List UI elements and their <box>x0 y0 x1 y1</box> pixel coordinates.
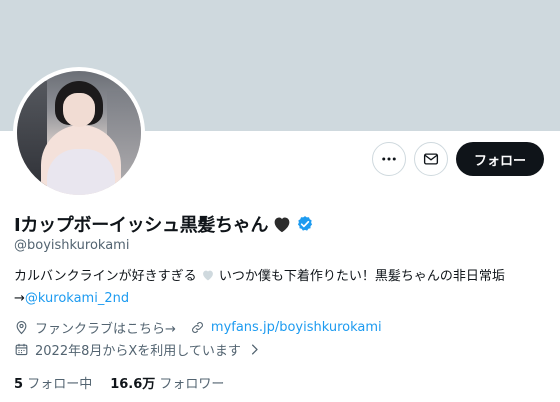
location-pin-icon <box>16 320 27 335</box>
profile-meta-row: ファンクラブはこちら→ myfans.jp/boyishkurokami <box>14 318 382 337</box>
website-link[interactable]: myfans.jp/boyishkurokami <box>211 320 382 335</box>
calendar-icon <box>15 343 28 356</box>
follow-stats: 5 フォロー中 16.6万 フォロワー <box>14 373 224 392</box>
followers-count: 16.6万 <box>110 377 156 392</box>
location-text: ファンクラブはこちら→ <box>35 322 176 337</box>
following-count: 5 <box>14 377 24 392</box>
bio-text-1: カルバンクラインが好きすぎる <box>14 269 197 284</box>
joined-text: 2022年8月からXを利用しています <box>35 344 241 359</box>
follow-button[interactable]: フォロー <box>455 142 544 176</box>
user-handle: @boyishkurokami <box>14 238 130 253</box>
followers-label: フォロワー <box>159 377 225 392</box>
bio-mention-link[interactable]: @kurokami_2nd <box>25 291 129 306</box>
joined-row: 2022年8月からXを利用しています <box>14 340 262 359</box>
message-button[interactable] <box>413 142 448 176</box>
link-icon <box>192 322 203 333</box>
bio: カルバンクラインが好きすぎる いつか僕も下着作りたい！黒髪ちゃんの非日常垢 →@… <box>14 266 550 310</box>
name-row: Iカップボーイッシュ黒髪ちゃん <box>14 211 314 237</box>
avatar[interactable] <box>13 67 145 199</box>
more-icon <box>382 157 396 161</box>
bio-arrow: → <box>14 291 25 306</box>
followers-link[interactable]: 16.6万 フォロワー <box>110 373 224 392</box>
more-button[interactable] <box>371 142 406 176</box>
display-name: Iカップボーイッシュ黒髪ちゃん <box>14 215 269 236</box>
profile-actions: フォロー <box>371 142 544 176</box>
envelope-icon <box>423 153 439 165</box>
following-link[interactable]: 5 フォロー中 <box>14 373 92 392</box>
white-heart-icon <box>202 270 213 281</box>
avatar-photo <box>17 71 141 195</box>
bio-text-2: いつか僕も下着作りたい！黒髪ちゃんの非日常垢 <box>214 269 505 284</box>
black-heart-icon <box>274 217 290 233</box>
verified-badge-icon[interactable] <box>296 215 314 233</box>
following-label: フォロー中 <box>27 377 93 392</box>
chevron-right-icon[interactable] <box>247 342 262 357</box>
